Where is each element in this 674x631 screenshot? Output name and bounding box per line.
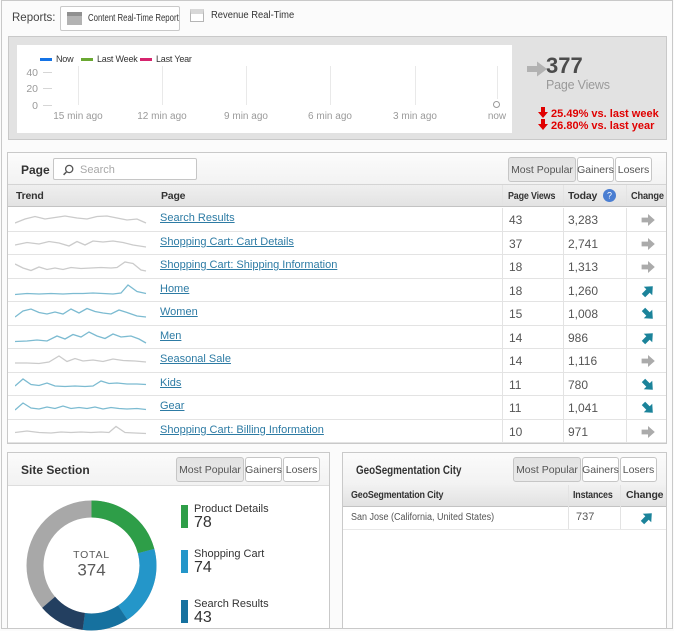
svg-text:374: 374 xyxy=(77,561,105,580)
svg-text:TOTAL: TOTAL xyxy=(73,549,110,561)
svg-text:?: ? xyxy=(607,191,612,201)
